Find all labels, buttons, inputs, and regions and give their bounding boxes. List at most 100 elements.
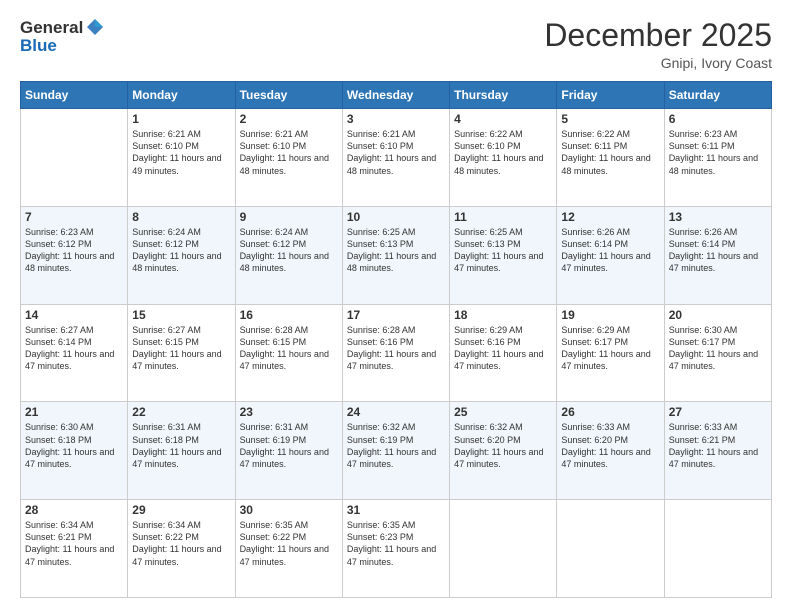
day-info: Sunrise: 6:34 AM Sunset: 6:21 PM Dayligh… [25, 519, 123, 568]
page: General Blue December 2025 Gnipi, Ivory … [0, 0, 792, 612]
sunset-text: Sunset: 6:19 PM [240, 435, 307, 445]
daylight-text: Daylight: 11 hours and 47 minutes. [669, 349, 758, 371]
sunrise-text: Sunrise: 6:34 AM [132, 520, 201, 530]
sunrise-text: Sunrise: 6:28 AM [347, 325, 416, 335]
table-row: 31 Sunrise: 6:35 AM Sunset: 6:23 PM Dayl… [342, 500, 449, 598]
daylight-text: Daylight: 11 hours and 47 minutes. [132, 447, 221, 469]
sunset-text: Sunset: 6:20 PM [454, 435, 521, 445]
table-row: 15 Sunrise: 6:27 AM Sunset: 6:15 PM Dayl… [128, 304, 235, 402]
day-info: Sunrise: 6:21 AM Sunset: 6:10 PM Dayligh… [347, 128, 445, 177]
day-number: 24 [347, 405, 445, 419]
sunrise-text: Sunrise: 6:21 AM [132, 129, 201, 139]
sunrise-text: Sunrise: 6:31 AM [132, 422, 201, 432]
day-info: Sunrise: 6:23 AM Sunset: 6:11 PM Dayligh… [669, 128, 767, 177]
day-info: Sunrise: 6:25 AM Sunset: 6:13 PM Dayligh… [454, 226, 552, 275]
table-row: 23 Sunrise: 6:31 AM Sunset: 6:19 PM Dayl… [235, 402, 342, 500]
table-row: 26 Sunrise: 6:33 AM Sunset: 6:20 PM Dayl… [557, 402, 664, 500]
day-number: 11 [454, 210, 552, 224]
day-number: 15 [132, 308, 230, 322]
sunset-text: Sunset: 6:14 PM [669, 239, 736, 249]
col-friday: Friday [557, 82, 664, 109]
table-row [450, 500, 557, 598]
day-info: Sunrise: 6:21 AM Sunset: 6:10 PM Dayligh… [132, 128, 230, 177]
table-row: 17 Sunrise: 6:28 AM Sunset: 6:16 PM Dayl… [342, 304, 449, 402]
table-row: 30 Sunrise: 6:35 AM Sunset: 6:22 PM Dayl… [235, 500, 342, 598]
table-row: 9 Sunrise: 6:24 AM Sunset: 6:12 PM Dayli… [235, 206, 342, 304]
day-number: 4 [454, 112, 552, 126]
table-row: 3 Sunrise: 6:21 AM Sunset: 6:10 PM Dayli… [342, 109, 449, 207]
sunrise-text: Sunrise: 6:29 AM [561, 325, 630, 335]
daylight-text: Daylight: 11 hours and 47 minutes. [132, 349, 221, 371]
day-info: Sunrise: 6:22 AM Sunset: 6:11 PM Dayligh… [561, 128, 659, 177]
table-row: 25 Sunrise: 6:32 AM Sunset: 6:20 PM Dayl… [450, 402, 557, 500]
daylight-text: Daylight: 11 hours and 48 minutes. [132, 251, 221, 273]
daylight-text: Daylight: 11 hours and 48 minutes. [347, 153, 436, 175]
daylight-text: Daylight: 11 hours and 47 minutes. [25, 447, 114, 469]
sunset-text: Sunset: 6:23 PM [347, 532, 414, 542]
daylight-text: Daylight: 11 hours and 47 minutes. [454, 447, 543, 469]
daylight-text: Daylight: 11 hours and 49 minutes. [132, 153, 221, 175]
sunrise-text: Sunrise: 6:33 AM [669, 422, 738, 432]
sunset-text: Sunset: 6:13 PM [454, 239, 521, 249]
day-info: Sunrise: 6:32 AM Sunset: 6:20 PM Dayligh… [454, 421, 552, 470]
day-number: 17 [347, 308, 445, 322]
sunset-text: Sunset: 6:11 PM [561, 141, 627, 151]
daylight-text: Daylight: 11 hours and 47 minutes. [669, 251, 758, 273]
day-info: Sunrise: 6:33 AM Sunset: 6:21 PM Dayligh… [669, 421, 767, 470]
sunrise-text: Sunrise: 6:23 AM [669, 129, 738, 139]
sunrise-text: Sunrise: 6:27 AM [132, 325, 201, 335]
day-number: 3 [347, 112, 445, 126]
sunrise-text: Sunrise: 6:24 AM [132, 227, 201, 237]
day-number: 14 [25, 308, 123, 322]
logo-blue-text: Blue [20, 36, 57, 56]
title-section: December 2025 Gnipi, Ivory Coast [544, 18, 772, 71]
day-number: 6 [669, 112, 767, 126]
table-row: 14 Sunrise: 6:27 AM Sunset: 6:14 PM Dayl… [21, 304, 128, 402]
day-number: 10 [347, 210, 445, 224]
sunset-text: Sunset: 6:10 PM [132, 141, 199, 151]
sunrise-text: Sunrise: 6:21 AM [347, 129, 416, 139]
daylight-text: Daylight: 11 hours and 47 minutes. [561, 447, 650, 469]
day-number: 5 [561, 112, 659, 126]
sunrise-text: Sunrise: 6:29 AM [454, 325, 523, 335]
sunset-text: Sunset: 6:18 PM [25, 435, 92, 445]
sunrise-text: Sunrise: 6:34 AM [25, 520, 94, 530]
sunset-text: Sunset: 6:10 PM [347, 141, 414, 151]
sunset-text: Sunset: 6:16 PM [347, 337, 414, 347]
day-number: 20 [669, 308, 767, 322]
table-row: 22 Sunrise: 6:31 AM Sunset: 6:18 PM Dayl… [128, 402, 235, 500]
table-row [664, 500, 771, 598]
sunset-text: Sunset: 6:14 PM [25, 337, 92, 347]
daylight-text: Daylight: 11 hours and 47 minutes. [454, 251, 543, 273]
daylight-text: Daylight: 11 hours and 47 minutes. [240, 349, 329, 371]
day-number: 16 [240, 308, 338, 322]
day-info: Sunrise: 6:35 AM Sunset: 6:22 PM Dayligh… [240, 519, 338, 568]
sunrise-text: Sunrise: 6:30 AM [669, 325, 738, 335]
sunset-text: Sunset: 6:12 PM [25, 239, 92, 249]
daylight-text: Daylight: 11 hours and 48 minutes. [240, 153, 329, 175]
calendar-week-row: 1 Sunrise: 6:21 AM Sunset: 6:10 PM Dayli… [21, 109, 772, 207]
sunset-text: Sunset: 6:13 PM [347, 239, 414, 249]
col-monday: Monday [128, 82, 235, 109]
day-number: 30 [240, 503, 338, 517]
table-row: 11 Sunrise: 6:25 AM Sunset: 6:13 PM Dayl… [450, 206, 557, 304]
table-row: 27 Sunrise: 6:33 AM Sunset: 6:21 PM Dayl… [664, 402, 771, 500]
day-info: Sunrise: 6:23 AM Sunset: 6:12 PM Dayligh… [25, 226, 123, 275]
day-number: 9 [240, 210, 338, 224]
table-row: 13 Sunrise: 6:26 AM Sunset: 6:14 PM Dayl… [664, 206, 771, 304]
day-number: 18 [454, 308, 552, 322]
sunrise-text: Sunrise: 6:25 AM [454, 227, 523, 237]
daylight-text: Daylight: 11 hours and 47 minutes. [454, 349, 543, 371]
daylight-text: Daylight: 11 hours and 47 minutes. [561, 251, 650, 273]
logo-icon [85, 17, 105, 37]
daylight-text: Daylight: 11 hours and 48 minutes. [669, 153, 758, 175]
table-row [21, 109, 128, 207]
table-row: 20 Sunrise: 6:30 AM Sunset: 6:17 PM Dayl… [664, 304, 771, 402]
daylight-text: Daylight: 11 hours and 47 minutes. [561, 349, 650, 371]
sunset-text: Sunset: 6:18 PM [132, 435, 199, 445]
day-info: Sunrise: 6:26 AM Sunset: 6:14 PM Dayligh… [669, 226, 767, 275]
day-info: Sunrise: 6:28 AM Sunset: 6:16 PM Dayligh… [347, 324, 445, 373]
sunset-text: Sunset: 6:15 PM [240, 337, 307, 347]
day-info: Sunrise: 6:25 AM Sunset: 6:13 PM Dayligh… [347, 226, 445, 275]
sunrise-text: Sunrise: 6:30 AM [25, 422, 94, 432]
